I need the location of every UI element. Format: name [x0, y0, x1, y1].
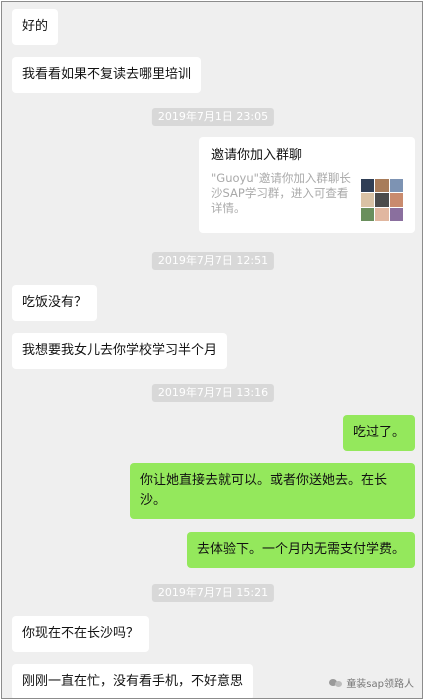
member-avatar	[389, 193, 403, 207]
member-avatar	[361, 207, 375, 221]
invite-title: 邀请你加入群聊	[211, 148, 303, 163]
message-incoming[interactable]: 刚刚一直在忙，没有看手机，不好意思	[12, 664, 254, 698]
member-avatar	[361, 179, 375, 193]
message-incoming[interactable]: 你现在不在长沙吗？	[12, 616, 150, 652]
group-invite-card[interactable]: 邀请你加入群聊 "Guoyu"邀请你加入群聊长沙SAP学习群，进入可查看详情。	[199, 137, 415, 233]
group-avatar-grid	[361, 179, 403, 221]
timestamp: 2019年7月7日 12:51	[151, 252, 275, 270]
wechat-icon	[329, 678, 343, 688]
chat-window: 好的 我看看如果不复读去哪里培训 2019年7月1日 23:05 邀请你加入群聊…	[1, 1, 423, 699]
timestamp: 2019年7月7日 13:16	[151, 384, 275, 402]
invite-description: "Guoyu"邀请你加入群聊长沙SAP学习群，进入可查看详情。	[211, 171, 351, 215]
member-avatar	[389, 207, 403, 221]
member-avatar	[375, 207, 389, 221]
member-avatar	[389, 179, 403, 193]
member-avatar	[361, 193, 375, 207]
message-incoming[interactable]: 吃饭没有？	[12, 285, 98, 321]
message-incoming[interactable]: 好的	[12, 9, 59, 45]
message-incoming[interactable]: 我想要我女儿去你学校学习半个月	[12, 333, 228, 369]
message-outgoing[interactable]: 你让她直接去就可以。或者你送她去。在长沙。	[130, 463, 415, 519]
timestamp: 2019年7月7日 15:21	[151, 584, 275, 602]
watermark-text: 童装sap领路人	[346, 679, 414, 690]
member-avatar	[375, 193, 389, 207]
message-outgoing[interactable]: 吃过了。	[342, 415, 415, 451]
message-incoming[interactable]: 我看看如果不复读去哪里培训	[12, 57, 202, 93]
message-outgoing[interactable]: 去体验下。一个月内无需支付学费。	[186, 532, 415, 568]
member-avatar	[375, 179, 389, 193]
watermark: 童装sap领路人	[329, 675, 414, 690]
timestamp: 2019年7月1日 23:05	[151, 108, 275, 126]
